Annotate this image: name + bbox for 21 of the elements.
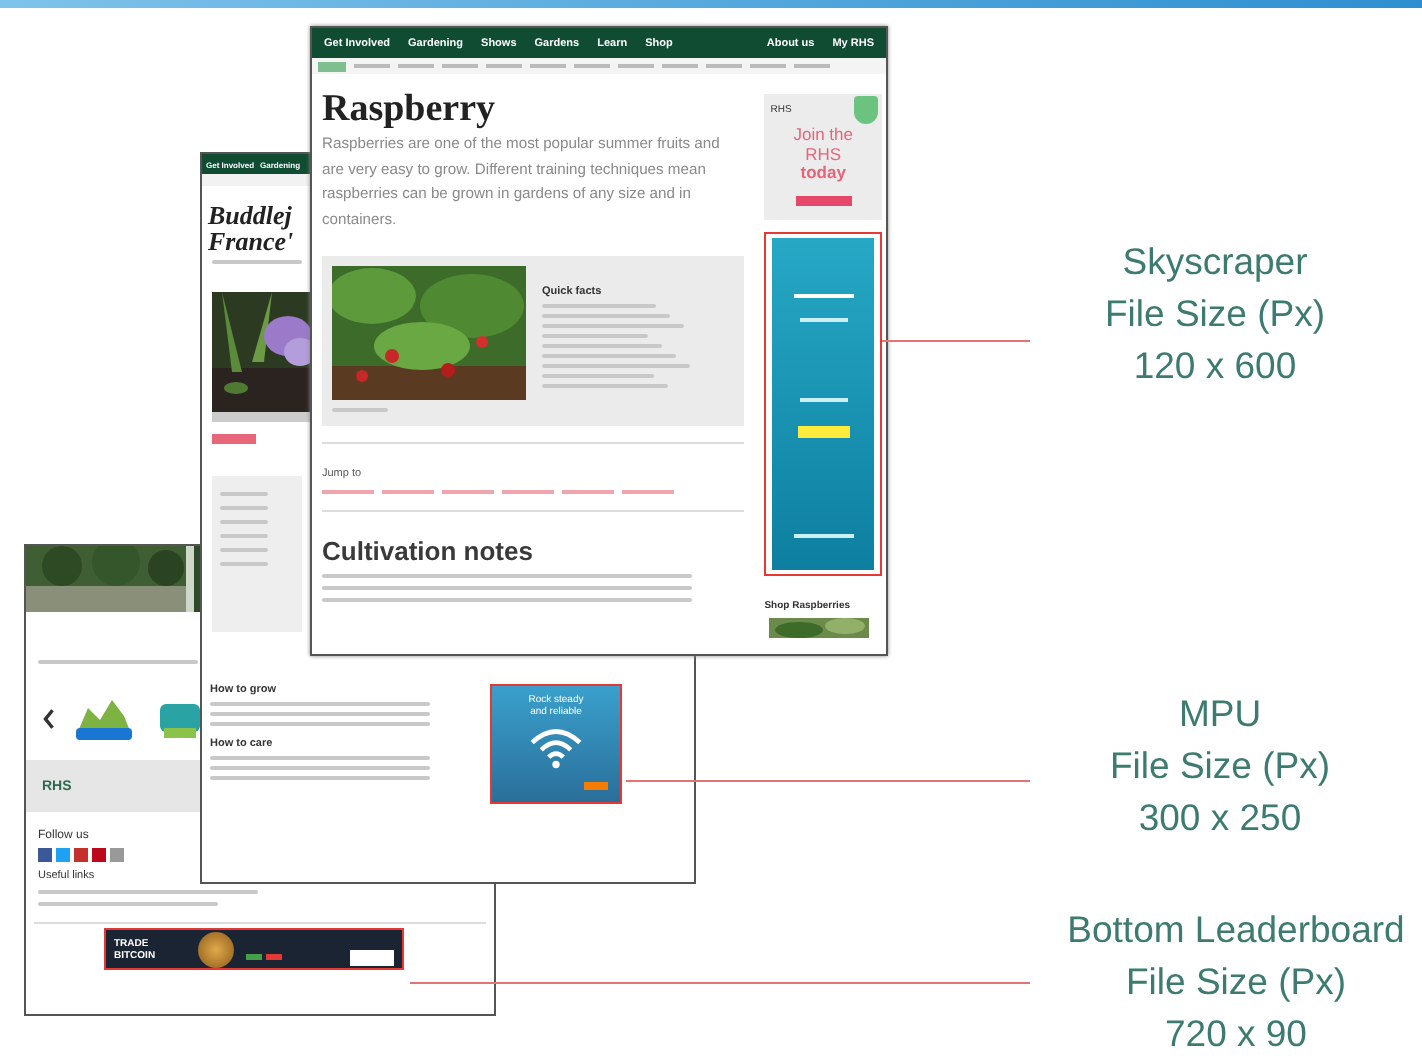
callout-title: Bottom Leaderboard — [1065, 906, 1407, 954]
coin-icon — [198, 931, 234, 967]
callout-title: Skyscraper — [1120, 238, 1310, 286]
join-button[interactable] — [795, 195, 852, 205]
ad-text: Join the RHS today — [791, 126, 855, 183]
page-title: Buddlej — [208, 202, 294, 228]
callout-caption: File Size (Px) — [1124, 958, 1348, 1006]
chevron-left-icon[interactable] — [42, 707, 56, 729]
section-heading: Cultivation notes — [322, 536, 535, 566]
callout-caption: File Size (Px) — [1108, 742, 1332, 790]
callout-title: MPU — [1176, 690, 1264, 738]
callout-size: 720 x 90 — [1163, 1010, 1309, 1058]
callout-size: 300 x 250 — [1136, 794, 1304, 842]
ad-button[interactable] — [584, 782, 608, 790]
badge-icon — [854, 96, 878, 124]
callout-caption: File Size (Px) — [1103, 290, 1327, 338]
page-title: Raspberry — [322, 90, 498, 130]
add-button[interactable] — [212, 434, 256, 444]
callout-size: 120 x 600 — [1131, 342, 1299, 390]
wifi-icon — [528, 726, 584, 770]
page-title: France' — [208, 228, 296, 254]
